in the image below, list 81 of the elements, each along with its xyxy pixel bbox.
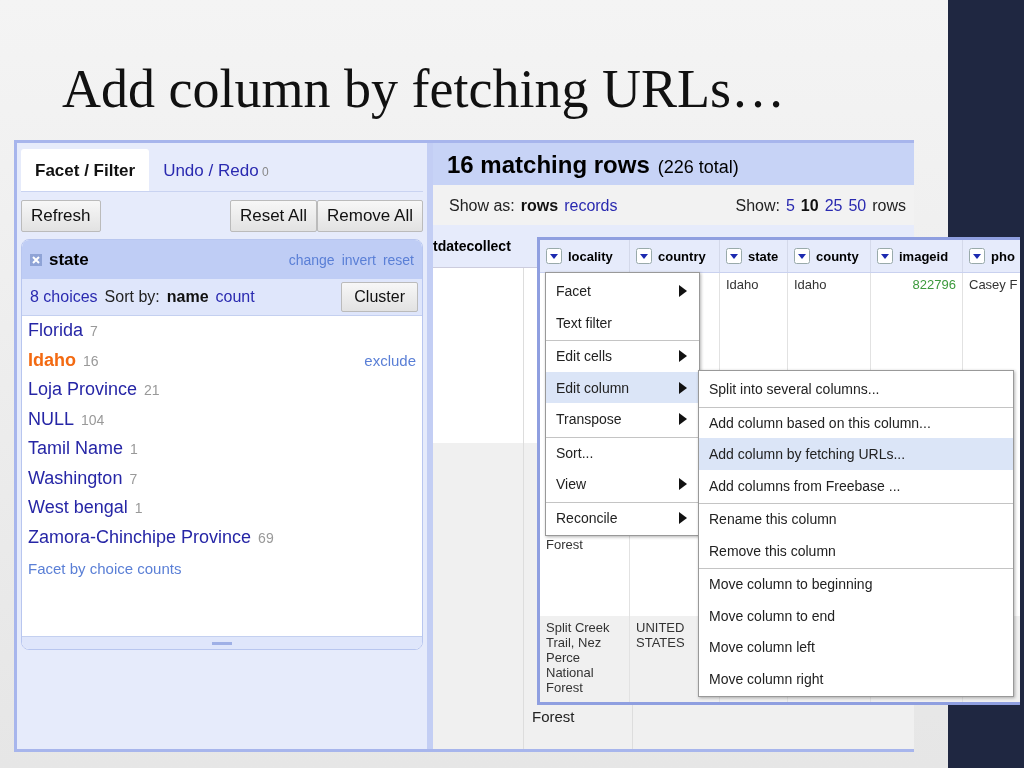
menu-item[interactable]: View bbox=[546, 468, 699, 500]
dropdown-icon[interactable] bbox=[726, 248, 742, 264]
table-cell: Idaho bbox=[726, 277, 759, 292]
choice-count: 1 bbox=[130, 441, 138, 457]
choice-count: 16 bbox=[83, 352, 99, 369]
menu-item[interactable]: Add column by fetching URLs... bbox=[699, 438, 1013, 470]
menu-item[interactable]: Move column left bbox=[699, 631, 1013, 663]
table-cell: Split Creek Trail, Nez Perce National Forest bbox=[546, 620, 610, 695]
submenu-arrow-icon bbox=[679, 511, 687, 524]
menu-item[interactable]: Edit column bbox=[546, 371, 699, 403]
menu-item[interactable]: Edit cells bbox=[546, 340, 699, 372]
submenu-arrow-icon bbox=[679, 381, 687, 394]
submenu-arrow-icon bbox=[679, 350, 687, 363]
menu-item[interactable]: Remove this column bbox=[699, 534, 1013, 566]
show-as-label: Show as: bbox=[449, 197, 515, 215]
dropdown-icon[interactable] bbox=[546, 248, 562, 264]
facet-choice[interactable]: Florida bbox=[28, 320, 84, 341]
show-label: Show: bbox=[735, 197, 780, 215]
facet-choice[interactable]: Washington bbox=[28, 467, 123, 489]
total-count: (226 total) bbox=[657, 157, 739, 178]
refresh-button[interactable]: Refresh bbox=[21, 200, 101, 232]
dropdown-icon[interactable] bbox=[969, 248, 985, 264]
page-size-option[interactable]: 25 bbox=[824, 197, 843, 215]
choices-link[interactable]: 8 choices bbox=[30, 288, 98, 306]
facet-choice[interactable]: Zamora-Chinchipe Province bbox=[28, 526, 252, 548]
menu-item[interactable]: Move column right bbox=[699, 662, 1013, 694]
table-cell: Casey F bbox=[969, 277, 1018, 292]
toolbar-button[interactable]: Reset All bbox=[229, 200, 317, 232]
choice-count: 69 bbox=[258, 529, 274, 546]
menu-item[interactable]: Move column to end bbox=[699, 599, 1013, 631]
table-cell: Idaho bbox=[794, 277, 827, 292]
menu-item[interactable]: Move column to beginning bbox=[699, 568, 1013, 600]
column-header[interactable]: county bbox=[788, 240, 871, 272]
tab[interactable]: Undo / Redo 0 bbox=[149, 149, 283, 191]
facet-choice[interactable]: Tamil Name bbox=[28, 438, 124, 459]
facet-title: state bbox=[49, 250, 89, 270]
column-header[interactable]: pho bbox=[963, 240, 1020, 272]
table-cell: 822796 bbox=[912, 277, 956, 292]
cluster-button[interactable]: Cluster bbox=[341, 282, 418, 312]
menu-item[interactable]: Add columns from Freebase ... bbox=[699, 469, 1013, 501]
tab[interactable]: Facet / Filter bbox=[21, 149, 150, 191]
column-header[interactable]: imageid bbox=[871, 240, 963, 272]
view-mode-option[interactable]: rows bbox=[520, 197, 559, 215]
matching-count: 16 matching rows bbox=[447, 151, 650, 179]
submenu-arrow-icon bbox=[679, 285, 687, 298]
facet-choice[interactable]: NULL bbox=[28, 408, 75, 430]
dropdown-icon[interactable] bbox=[877, 248, 893, 264]
choice-count: 7 bbox=[129, 470, 138, 487]
toolbar-button[interactable]: Remove All bbox=[317, 200, 423, 232]
slide-title: Add column by fetching URLs… bbox=[62, 58, 786, 121]
menu-item[interactable]: Rename this column bbox=[699, 503, 1013, 535]
choice-count: 1 bbox=[134, 500, 143, 516]
submenu-arrow-icon bbox=[679, 478, 687, 491]
choice-count: 7 bbox=[90, 323, 98, 339]
dropdown-icon[interactable] bbox=[794, 248, 810, 264]
page-size-option[interactable]: 10 bbox=[800, 197, 819, 215]
table-cell-text: Forest bbox=[546, 537, 584, 552]
facet-link[interactable]: Facet by choice counts bbox=[28, 560, 416, 577]
sort-option[interactable]: name bbox=[166, 288, 209, 306]
page-size-option[interactable]: 5 bbox=[785, 197, 795, 215]
rows-label: rows bbox=[872, 197, 906, 215]
choice-count: 104 bbox=[81, 411, 105, 428]
sort-option[interactable]: count bbox=[215, 288, 255, 306]
view-mode-option[interactable]: records bbox=[564, 197, 618, 215]
menu-item[interactable]: Split into several columns... bbox=[699, 373, 1013, 405]
sort-label: Sort by: bbox=[104, 288, 160, 306]
menu-item[interactable]: Facet bbox=[546, 275, 699, 307]
choice-count: 21 bbox=[144, 382, 160, 398]
facet-choice[interactable]: West bengal bbox=[28, 497, 128, 518]
menu-item[interactable]: Transpose bbox=[546, 403, 699, 435]
page-size-option[interactable]: 50 bbox=[848, 197, 867, 215]
submenu-arrow-icon bbox=[679, 413, 687, 426]
facet-choice[interactable]: Loja Province bbox=[28, 379, 138, 400]
column-header[interactable]: state bbox=[720, 240, 788, 272]
resize-handle[interactable] bbox=[22, 636, 422, 649]
exclude-link[interactable]: exclude bbox=[364, 351, 416, 369]
column-header[interactable]: tdatecollect bbox=[433, 238, 521, 254]
table-cell: UNITED STATES bbox=[636, 620, 685, 650]
menu-item[interactable]: Text filter bbox=[546, 306, 699, 338]
dropdown-icon[interactable] bbox=[636, 248, 652, 264]
table-cell-text: Forest bbox=[532, 708, 576, 725]
